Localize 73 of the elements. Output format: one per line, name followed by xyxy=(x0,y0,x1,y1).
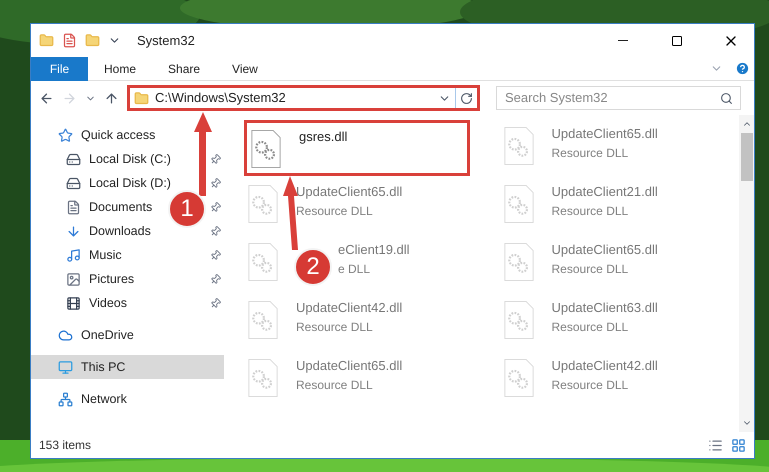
file-name[interactable]: eClient19.dll xyxy=(338,240,410,260)
dll-file-icon xyxy=(504,298,534,342)
minimize-icon xyxy=(618,40,628,41)
navigation-item[interactable]: Documents xyxy=(63,198,152,216)
document-icon xyxy=(66,200,80,214)
film-icon xyxy=(66,296,80,310)
search-field[interactable]: Search System32 xyxy=(496,86,741,110)
network-icon xyxy=(58,392,72,406)
navigation-item[interactable]: Network xyxy=(55,390,127,408)
address-path: C:\Windows\System32 xyxy=(155,89,287,108)
back-icon[interactable] xyxy=(39,90,54,106)
ribbon-tab[interactable]: Share xyxy=(152,56,216,80)
file-name[interactable]: UpdateClient65.dll xyxy=(296,356,402,376)
navigation-item[interactable]: Quick access xyxy=(55,126,156,144)
file-name[interactable]: UpdateClient42.dll xyxy=(552,356,658,376)
details-view-icon[interactable] xyxy=(708,438,723,452)
navigation-item[interactable]: Music xyxy=(63,246,122,264)
dll-file-icon xyxy=(248,182,278,226)
navigation-item[interactable]: Pictures xyxy=(63,270,134,288)
folder-icon xyxy=(134,90,149,106)
dll-file-icon xyxy=(504,240,534,284)
refresh-icon[interactable] xyxy=(460,92,473,104)
scrollbar[interactable] xyxy=(739,115,754,432)
file-type: Resource DLL xyxy=(552,202,630,220)
file-type: e DLL xyxy=(338,260,372,278)
navigation-item[interactable]: Videos xyxy=(63,294,127,312)
file-name[interactable]: UpdateClient42.dll xyxy=(296,298,402,318)
download-icon xyxy=(66,224,80,238)
large-icons-view-icon[interactable] xyxy=(731,438,746,452)
dll-file-icon xyxy=(504,182,534,226)
star-icon xyxy=(58,128,72,142)
file-type: Resource DLL xyxy=(552,318,630,336)
dll-file-icon xyxy=(251,127,281,171)
file-type: Resource DLL xyxy=(552,260,630,278)
scrollbar-thumb[interactable] xyxy=(740,133,752,181)
cloud-icon xyxy=(58,328,72,342)
dll-file-icon xyxy=(248,240,278,284)
file-name[interactable]: UpdateClient65.dll xyxy=(552,240,658,260)
drive-icon xyxy=(66,152,80,166)
navigation-item[interactable]: Local Disk (D:) xyxy=(63,174,171,192)
file-name[interactable]: UpdateClient63.dll xyxy=(552,298,658,318)
drive-icon xyxy=(66,176,80,190)
help-icon[interactable] xyxy=(735,61,750,76)
music-note-icon xyxy=(66,248,80,262)
file-name[interactable]: UpdateClient65.dll xyxy=(552,124,658,144)
search-icon xyxy=(720,92,733,105)
file-name[interactable]: UpdateClient65.dll xyxy=(296,182,402,202)
dll-file-icon xyxy=(248,356,278,400)
file-name[interactable]: gsres.dll xyxy=(299,127,348,146)
file-type: Resource DLL xyxy=(552,376,630,394)
dll-file-icon xyxy=(248,298,278,342)
file-type: Resource DLL xyxy=(296,376,374,394)
item-count: 153 items xyxy=(39,437,92,454)
file-type: Resource DLL xyxy=(296,202,374,220)
up-icon[interactable] xyxy=(104,90,119,106)
maximize-icon xyxy=(671,34,683,46)
ribbon-tab[interactable]: Home xyxy=(88,56,152,80)
monitor-icon xyxy=(58,360,72,374)
properties-icon[interactable] xyxy=(62,33,77,48)
ribbon-tab[interactable]: View xyxy=(216,56,274,80)
navigation-item[interactable]: This PC xyxy=(55,358,126,376)
dll-file-icon xyxy=(504,124,534,168)
image-icon xyxy=(66,272,80,286)
navigation-item[interactable]: Local Disk (C:) xyxy=(63,150,171,168)
dll-file-icon xyxy=(504,356,534,400)
file-name[interactable]: UpdateClient21.dll xyxy=(552,182,658,202)
address-field[interactable]: C:\Windows\System32 xyxy=(127,85,480,111)
navigation-item[interactable]: Downloads xyxy=(63,222,151,240)
file-type: Resource DLL xyxy=(296,318,374,336)
file-type: Resource DLL xyxy=(552,144,630,162)
ribbon-tab[interactable]: File xyxy=(31,56,88,80)
window-title: System32 xyxy=(137,32,195,50)
navigation-item[interactable]: OneDrive xyxy=(55,326,134,344)
